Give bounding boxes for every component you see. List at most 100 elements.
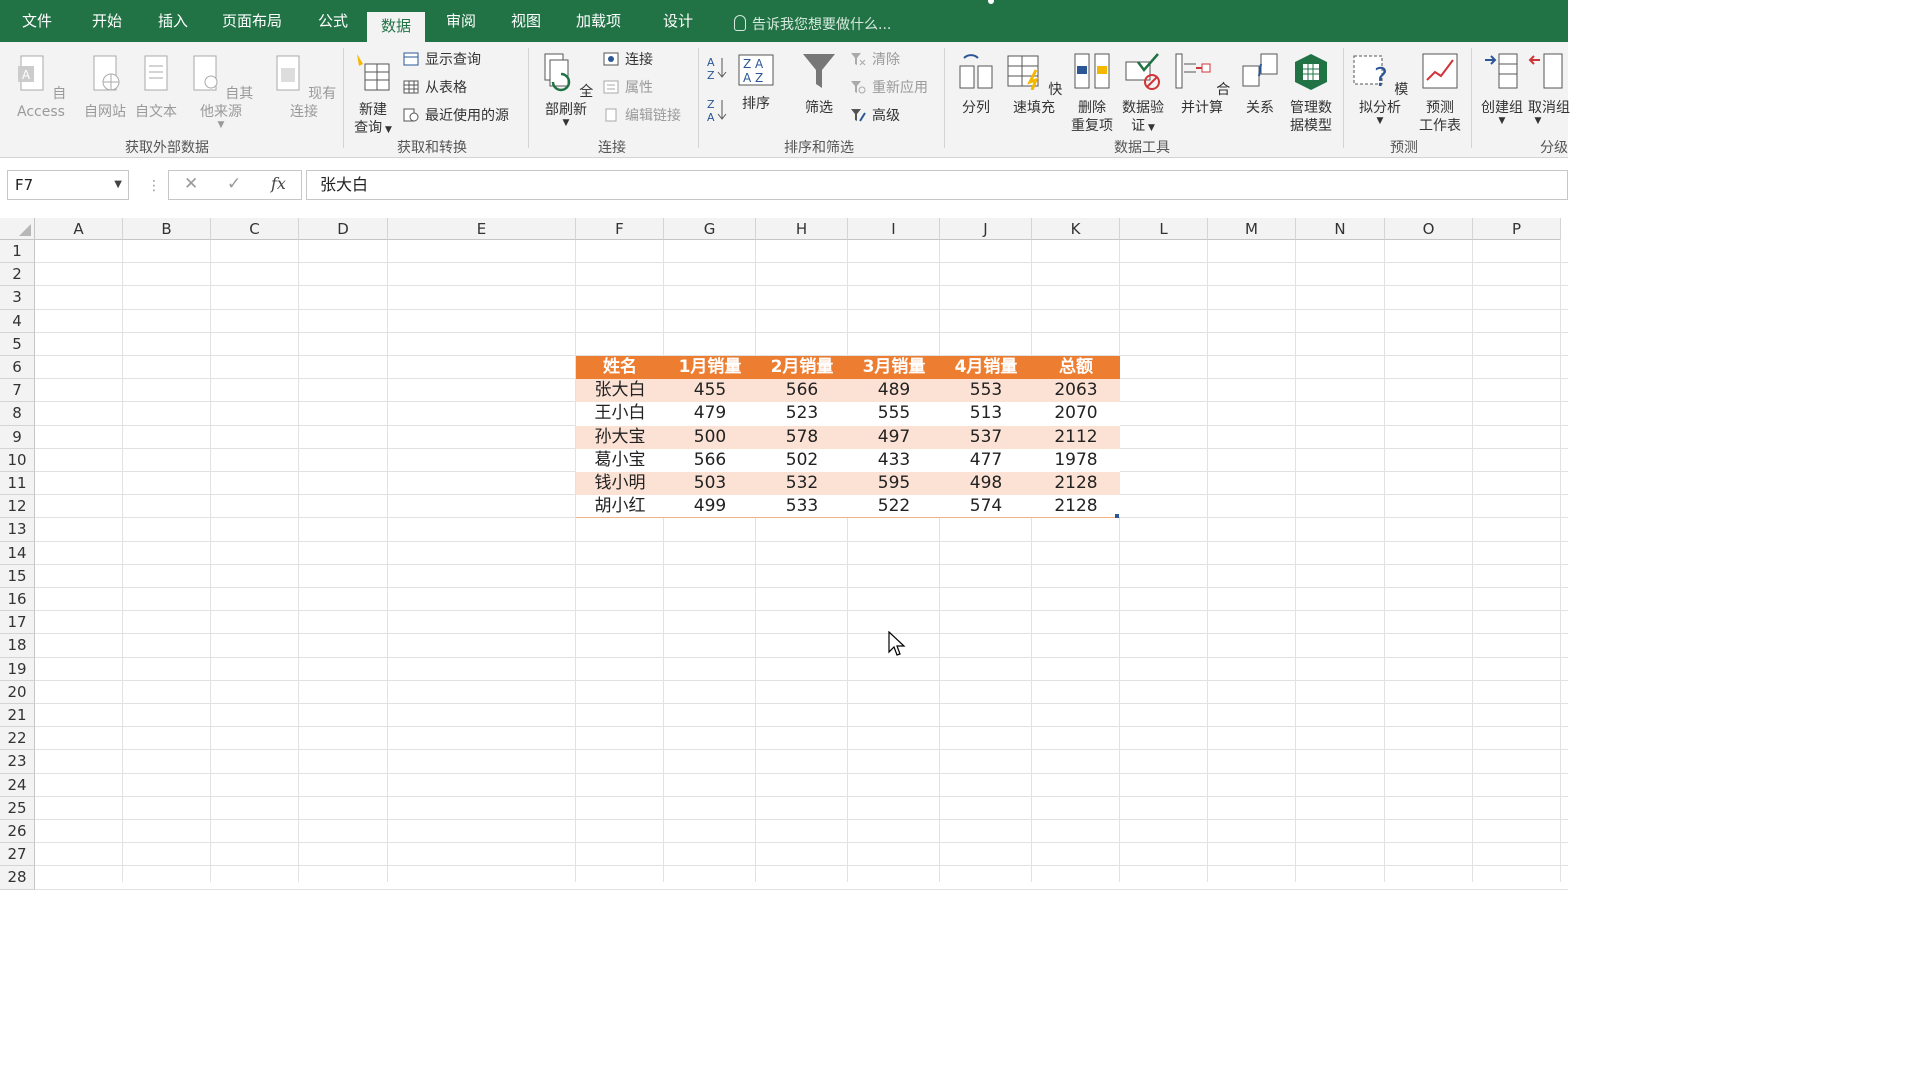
- row-header-22[interactable]: 22: [0, 727, 35, 751]
- show-queries-button[interactable]: 显示查询: [403, 51, 481, 69]
- row-header-25[interactable]: 25: [0, 796, 35, 820]
- table-cell[interactable]: 433: [848, 448, 940, 472]
- row-header-10[interactable]: 10: [0, 448, 35, 472]
- table-cell[interactable]: 537: [940, 425, 1032, 449]
- row-header-20[interactable]: 20: [0, 680, 35, 704]
- table-cell[interactable]: 2128: [1032, 472, 1120, 496]
- consolidate-button[interactable]: 合并计算: [1170, 52, 1234, 117]
- row-header-12[interactable]: 12: [0, 495, 35, 519]
- table-cell[interactable]: 2070: [1032, 402, 1120, 426]
- column-header-h[interactable]: H: [756, 218, 848, 240]
- column-header-i[interactable]: I: [848, 218, 940, 240]
- table-cell[interactable]: 王小白: [576, 402, 664, 426]
- edit-links-button[interactable]: 编辑链接: [603, 107, 681, 125]
- relationships-button[interactable]: 关系: [1238, 52, 1282, 117]
- row-header-23[interactable]: 23: [0, 750, 35, 774]
- row-header-18[interactable]: 18: [0, 634, 35, 658]
- table-cell[interactable]: 532: [756, 472, 848, 496]
- table-cell[interactable]: 555: [848, 402, 940, 426]
- table-header-cell[interactable]: 1月销量: [664, 356, 756, 380]
- row-header-8[interactable]: 8: [0, 402, 35, 426]
- column-header-m[interactable]: M: [1208, 218, 1296, 240]
- table-cell[interactable]: 522: [848, 495, 940, 519]
- tab-file[interactable]: 文件: [16, 10, 58, 32]
- forecast-sheet-button[interactable]: 预测 工作表: [1414, 52, 1466, 135]
- table-cell[interactable]: 574: [940, 495, 1032, 519]
- row-header-17[interactable]: 17: [0, 611, 35, 635]
- table-header-cell[interactable]: 3月销量: [848, 356, 940, 380]
- clear-filter-button[interactable]: 清除: [850, 51, 900, 69]
- row-header-3[interactable]: 3: [0, 286, 35, 310]
- recent-sources-button[interactable]: 最近使用的源: [403, 107, 509, 125]
- row-header-2[interactable]: 2: [0, 263, 35, 287]
- tab-data[interactable]: 数据: [367, 12, 426, 42]
- sort-button[interactable]: Z AA Z 排序: [736, 54, 776, 113]
- sort-descending-button[interactable]: ZA: [706, 96, 728, 129]
- refresh-all-button[interactable]: 全部刷新 ▼: [534, 52, 598, 128]
- table-cell[interactable]: 566: [756, 379, 848, 403]
- column-header-c[interactable]: C: [211, 218, 299, 240]
- column-header-d[interactable]: D: [299, 218, 388, 240]
- table-cell[interactable]: 葛小宝: [576, 448, 664, 472]
- row-header-9[interactable]: 9: [0, 425, 35, 449]
- table-cell[interactable]: 578: [756, 425, 848, 449]
- tab-design[interactable]: 设计: [657, 10, 699, 32]
- table-cell[interactable]: 497: [848, 425, 940, 449]
- table-cell[interactable]: 499: [664, 495, 756, 519]
- what-if-analysis-button[interactable]: ? 模拟分析 ▼: [1348, 52, 1412, 126]
- table-cell[interactable]: 523: [756, 402, 848, 426]
- table-cell[interactable]: 503: [664, 472, 756, 496]
- column-header-n[interactable]: N: [1296, 218, 1385, 240]
- tab-review[interactable]: 审阅: [440, 10, 482, 32]
- group-button[interactable]: 创建组 ▼: [1476, 52, 1528, 126]
- column-header-a[interactable]: A: [35, 218, 123, 240]
- table-cell[interactable]: 479: [664, 402, 756, 426]
- cancel-icon[interactable]: ✕: [184, 174, 198, 194]
- table-cell[interactable]: 2128: [1032, 495, 1120, 519]
- table-cell[interactable]: 553: [940, 379, 1032, 403]
- chevron-down-icon[interactable]: ▼: [114, 171, 122, 199]
- table-resize-handle[interactable]: [1115, 514, 1119, 518]
- row-header-4[interactable]: 4: [0, 309, 35, 333]
- table-cell[interactable]: 595: [848, 472, 940, 496]
- table-cell[interactable]: 2063: [1032, 379, 1120, 403]
- flash-fill-button[interactable]: 快速填充: [1002, 52, 1066, 117]
- row-header-26[interactable]: 26: [0, 820, 35, 844]
- from-other-sources-button[interactable]: 自其他来源 ▼: [182, 54, 260, 130]
- table-cell[interactable]: 500: [664, 425, 756, 449]
- column-header-l[interactable]: L: [1120, 218, 1208, 240]
- table-cell[interactable]: 钱小明: [576, 472, 664, 496]
- table-cell[interactable]: 455: [664, 379, 756, 403]
- table-cell[interactable]: 1978: [1032, 448, 1120, 472]
- table-cell[interactable]: 566: [664, 448, 756, 472]
- data-validation-button[interactable]: 数据验证 ▼: [1118, 52, 1168, 137]
- from-text-button[interactable]: 自文本: [131, 54, 181, 121]
- column-header-k[interactable]: K: [1032, 218, 1120, 240]
- table-header-cell[interactable]: 2月销量: [756, 356, 848, 380]
- column-header-p[interactable]: P: [1473, 218, 1561, 240]
- table-cell[interactable]: 2112: [1032, 425, 1120, 449]
- table-cell[interactable]: 533: [756, 495, 848, 519]
- row-header-28[interactable]: 28: [0, 866, 35, 890]
- from-table-button[interactable]: 从表格: [403, 79, 467, 97]
- vertical-dots-icon[interactable]: ⋮: [147, 178, 161, 194]
- tab-page-layout[interactable]: 页面布局: [216, 10, 288, 32]
- filter-button[interactable]: 筛选: [798, 52, 840, 117]
- table-cell[interactable]: 孙大宝: [576, 425, 664, 449]
- column-header-b[interactable]: B: [123, 218, 211, 240]
- row-header-27[interactable]: 27: [0, 843, 35, 867]
- sort-ascending-button[interactable]: AZ: [706, 54, 728, 87]
- reapply-button[interactable]: 重新应用: [850, 79, 928, 97]
- tell-me-box[interactable]: 告诉我您想要做什么...: [734, 14, 891, 34]
- tab-formulas[interactable]: 公式: [312, 10, 354, 32]
- remove-duplicates-button[interactable]: 删除 重复项: [1068, 52, 1116, 135]
- connections-button[interactable]: 连接: [603, 51, 653, 69]
- row-header-5[interactable]: 5: [0, 332, 35, 356]
- new-query-button[interactable]: 新建 查询 ▼: [350, 52, 396, 139]
- row-header-15[interactable]: 15: [0, 564, 35, 588]
- name-box[interactable]: F7 ▼: [7, 170, 129, 200]
- enter-check-icon[interactable]: ✓: [227, 174, 241, 194]
- row-header-1[interactable]: 1: [0, 240, 35, 264]
- properties-button[interactable]: 属性: [603, 79, 653, 97]
- advanced-filter-button[interactable]: 高级: [850, 107, 900, 125]
